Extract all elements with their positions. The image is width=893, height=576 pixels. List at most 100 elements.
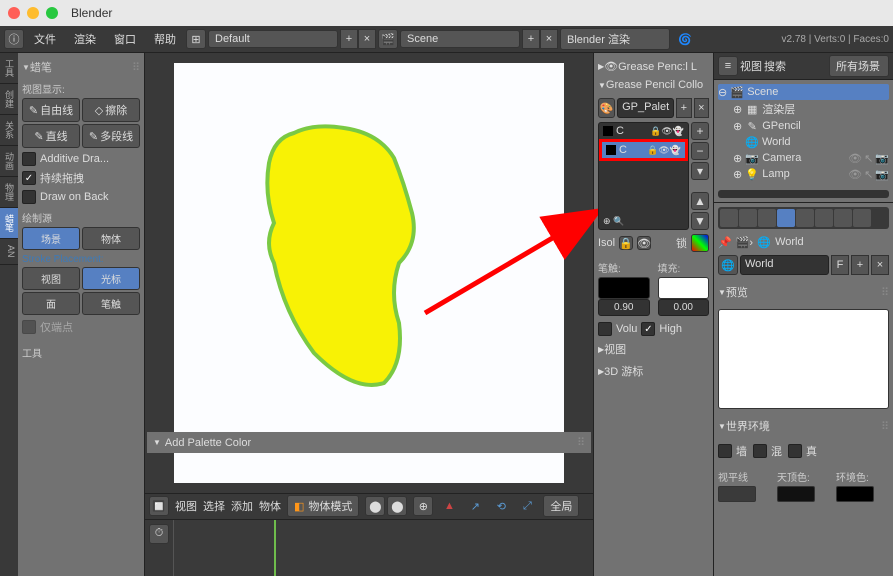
engine-dropdown[interactable]: Blender 渲染: [560, 28, 670, 50]
horizon-color[interactable]: [718, 486, 756, 502]
btn-freeline[interactable]: ✎自由线: [22, 98, 80, 122]
vtab-anim[interactable]: 动画: [0, 146, 18, 177]
vtab-physics[interactable]: 物理: [0, 177, 18, 208]
chk-wall[interactable]: 墙: [718, 441, 747, 461]
btn-erase[interactable]: ◇擦除: [82, 98, 140, 122]
panel-gp-layers[interactable]: 👁Grease Penc:l L: [598, 57, 709, 76]
outliner-camera[interactable]: ⊕📷Camera👁↖📷: [718, 150, 889, 166]
prop-object-icon[interactable]: [796, 209, 814, 227]
outliner-view[interactable]: 视图: [740, 58, 762, 74]
chk-additive[interactable]: Additive Dra...: [22, 150, 140, 168]
tl-select[interactable]: 选择: [203, 498, 225, 514]
world-fake[interactable]: F: [831, 255, 849, 275]
pin-icon[interactable]: 📌: [718, 236, 732, 249]
outliner-lamp[interactable]: ⊕💡Lamp👁↖📷: [718, 166, 889, 182]
manip-scale-icon[interactable]: ⤢: [517, 496, 537, 516]
layout-add[interactable]: +: [340, 29, 358, 49]
timeline[interactable]: ⏱: [145, 519, 593, 576]
panel-add-palette[interactable]: ▼Add Palette Color⠿: [147, 432, 591, 453]
layout-dropdown[interactable]: Default: [208, 30, 338, 48]
panel-worldenv[interactable]: 世界环境⠿: [718, 415, 889, 437]
iso-lock-icon[interactable]: 🔒: [619, 236, 633, 250]
scene-dropdown[interactable]: Scene: [400, 30, 520, 48]
palette-name[interactable]: GP_Palet: [617, 98, 674, 118]
prop-render-icon[interactable]: [720, 209, 738, 227]
zoom-window[interactable]: [46, 7, 58, 19]
stroke-alpha[interactable]: 0.90: [598, 299, 650, 316]
panel-gp-colors[interactable]: Grease Pencil Collo: [598, 76, 709, 94]
world-browse-icon[interactable]: 🌐: [718, 255, 738, 275]
menu-help[interactable]: 帮助: [146, 31, 184, 47]
btn-poly[interactable]: ✎多段线: [82, 124, 140, 148]
close-window[interactable]: [8, 7, 20, 19]
color-remove[interactable]: −: [691, 142, 709, 160]
outliner-world[interactable]: 🌐World: [718, 134, 889, 150]
world-remove[interactable]: ×: [871, 255, 889, 275]
tl-view[interactable]: 视图: [175, 498, 197, 514]
tl-add[interactable]: 添加: [231, 498, 253, 514]
playhead[interactable]: [274, 520, 276, 576]
btn-object[interactable]: 物体: [82, 227, 140, 250]
btn-line[interactable]: ✎直线: [22, 124, 80, 148]
palette-add[interactable]: +: [676, 98, 691, 118]
chk-drag[interactable]: 持续拖拽: [22, 168, 140, 188]
menu-render[interactable]: 渲染: [66, 31, 104, 47]
layout-remove[interactable]: ×: [358, 29, 376, 49]
chk-drawonback[interactable]: Draw on Back: [22, 188, 140, 206]
tl-object[interactable]: 物体: [259, 498, 281, 514]
vtab-gpencil[interactable]: 蜡笔: [0, 208, 18, 239]
mode-dropdown[interactable]: ◧物体模式: [287, 495, 359, 517]
list-filter-icon[interactable]: ⊕ 🔍: [603, 216, 624, 227]
color-add[interactable]: +: [691, 122, 709, 140]
vtab-tools[interactable]: 工具: [0, 53, 18, 84]
panel-3dcursor[interactable]: 3D 游标: [598, 360, 709, 382]
minimize-window[interactable]: [27, 7, 39, 19]
btn-cursor[interactable]: 光标: [82, 267, 140, 290]
shading-tex-icon[interactable]: ⬤: [387, 496, 407, 516]
vtab-an[interactable]: AN: [0, 239, 18, 265]
outliner-filter[interactable]: 所有场景: [829, 55, 889, 77]
orientation-dropdown[interactable]: 全局: [543, 495, 579, 517]
world-name[interactable]: World: [740, 255, 829, 275]
manip-move-icon[interactable]: ↗: [465, 496, 485, 516]
cursor-icon[interactable]: ↖: [864, 152, 873, 165]
eye-icon[interactable]: 👁: [848, 168, 862, 181]
scene-remove[interactable]: ×: [540, 29, 558, 49]
prop-world-icon[interactable]: [777, 209, 795, 227]
ambient-color[interactable]: [836, 486, 874, 502]
vtab-relations[interactable]: 关系: [0, 115, 18, 146]
menu-file[interactable]: 文件: [26, 31, 64, 47]
timeline-type-icon[interactable]: ⏱: [149, 524, 169, 544]
vtab-create[interactable]: 创建: [0, 84, 18, 115]
outliner-search[interactable]: 搜索: [764, 58, 786, 74]
btn-face[interactable]: 面: [22, 292, 80, 315]
chk-volumetric[interactable]: Volu: [598, 320, 637, 338]
iso-ghost-icon[interactable]: 👁: [637, 236, 651, 250]
3d-viewport-canvas[interactable]: [174, 63, 564, 483]
viewport-type-icon[interactable]: 🔲: [149, 496, 169, 516]
prop-scene-icon[interactable]: [758, 209, 776, 227]
outliner-renderlayer[interactable]: ⊕▦渲染层: [718, 100, 889, 118]
render-icon[interactable]: 📷: [875, 152, 889, 165]
outliner-gpencil[interactable]: ⊕✎GPencil: [718, 118, 889, 134]
cursor-icon[interactable]: ↖: [864, 168, 873, 181]
btn-scene[interactable]: 场景: [22, 227, 80, 250]
prop-data-icon[interactable]: [853, 209, 871, 227]
shading-solid-icon[interactable]: ⬤: [365, 496, 385, 516]
panel-pencil-header[interactable]: 蜡笔⠿: [22, 57, 140, 77]
prop-layers-icon[interactable]: [739, 209, 757, 227]
color-up[interactable]: ▲: [691, 192, 709, 210]
info-icon[interactable]: ⓘ: [4, 29, 24, 49]
world-add[interactable]: +: [851, 255, 869, 275]
chk-high[interactable]: High: [641, 320, 682, 338]
layout-icon[interactable]: ⊞: [186, 29, 206, 49]
scene-icon[interactable]: 🎬: [378, 29, 398, 49]
chk-real[interactable]: 真: [788, 441, 817, 461]
palette-remove[interactable]: ×: [694, 98, 709, 118]
manipulator-icon[interactable]: ▲: [439, 496, 459, 516]
btn-brush[interactable]: 笔触: [82, 292, 140, 315]
manip-rot-icon[interactable]: ⟲: [491, 496, 511, 516]
fill-color[interactable]: [658, 277, 710, 299]
chk-mix[interactable]: 混: [753, 441, 782, 461]
menu-window[interactable]: 窗口: [106, 31, 144, 47]
